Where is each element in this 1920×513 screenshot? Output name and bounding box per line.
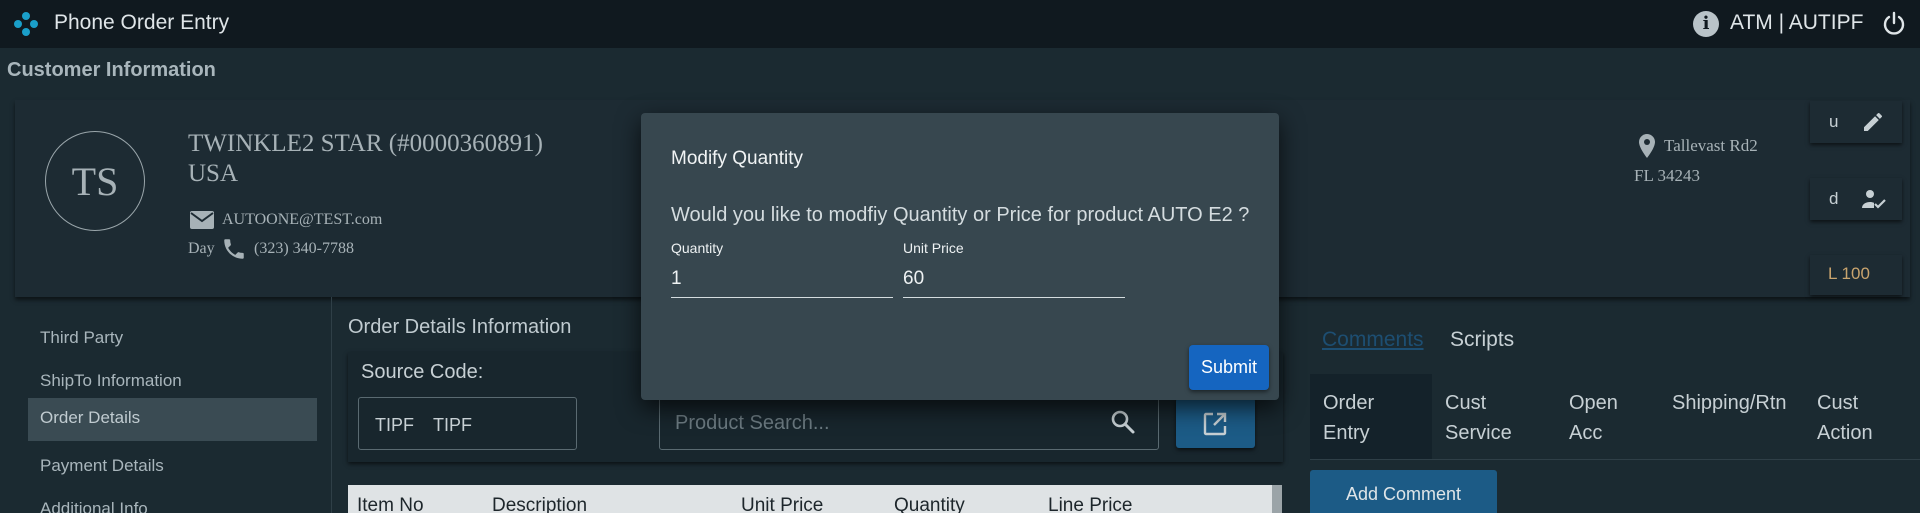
source-code-description: TIPF	[433, 415, 472, 435]
email-icon	[190, 211, 214, 229]
unit-price-label: Unit Price	[903, 240, 964, 256]
customer-email: AUTOONE@TEST.com	[222, 211, 383, 228]
column-header-line-price: Line Price	[1048, 495, 1133, 513]
verify-customer-button[interactable]: d	[1810, 178, 1902, 220]
pencil-icon	[1864, 112, 1882, 131]
app-logo-icon	[14, 12, 38, 36]
top-bar: Phone Order Entry i ATM | AUTIPF	[0, 0, 1920, 48]
credit-limit: L 100	[1810, 255, 1902, 295]
customer-name: TWINKLE2 STAR (#0000360891)	[188, 130, 543, 157]
sidebar-item-order-details[interactable]: Order Details	[28, 398, 317, 441]
tab-order-entry[interactable]: Order Entry	[1323, 388, 1418, 448]
source-code-value: TIPF	[375, 415, 414, 435]
customer-country: USA	[188, 160, 239, 187]
person-check-icon	[1862, 190, 1886, 209]
edit-customer-button[interactable]: u	[1810, 101, 1902, 143]
app-title: Phone Order Entry	[54, 11, 230, 34]
tab-shipping-rtn[interactable]: Shipping/Rtn	[1672, 388, 1802, 418]
column-header-description: Description	[492, 495, 588, 513]
user-label: ATM | AUTIPF	[1730, 11, 1864, 34]
order-details-title: Order Details Information	[348, 316, 572, 338]
search-icon[interactable]	[1109, 408, 1137, 436]
column-header-unit-price: Unit Price	[741, 495, 824, 513]
add-comment-button[interactable]: Add Comment	[1310, 470, 1497, 513]
sidebar-item-payment-details[interactable]: Payment Details	[28, 446, 317, 489]
tab-scripts[interactable]: Scripts	[1450, 328, 1514, 352]
power-icon[interactable]	[1880, 10, 1908, 38]
nav-divider	[331, 297, 332, 513]
column-header-item-no: Item No	[357, 495, 424, 513]
open-in-new-icon	[1203, 412, 1227, 436]
submit-button[interactable]: Submit	[1189, 345, 1269, 390]
edit-button-label: u	[1829, 112, 1839, 131]
section-title: Customer Information	[7, 59, 216, 81]
open-product-button[interactable]	[1176, 398, 1255, 448]
address-line-2: FL 34243	[1634, 166, 1700, 185]
sidebar-item-additional-info[interactable]: Additional Info	[28, 489, 317, 513]
info-icon[interactable]: i	[1693, 11, 1719, 37]
scrollbar[interactable]	[1272, 485, 1282, 513]
tab-cust-service[interactable]: Cust Service	[1445, 388, 1535, 448]
customer-phone: (323) 340-7788	[254, 240, 354, 257]
sidebar-item-third-party[interactable]: Third Party	[28, 318, 317, 361]
phone-type-label: Day	[188, 240, 215, 257]
dialog-title: Modify Quantity	[671, 148, 803, 169]
verify-button-label: d	[1829, 189, 1839, 208]
dialog-message: Would you like to modfiy Quantity or Pri…	[671, 204, 1250, 226]
column-header-quantity: Quantity	[894, 495, 965, 513]
tab-divider	[1310, 459, 1920, 460]
tab-cust-action[interactable]: Cust Action	[1817, 388, 1897, 448]
product-search-input[interactable]	[675, 409, 1095, 437]
avatar: TS	[45, 131, 145, 231]
tab-comments[interactable]: Comments	[1322, 328, 1424, 352]
unit-price-input[interactable]	[903, 266, 1125, 298]
location-pin-icon	[1639, 134, 1655, 158]
quantity-label: Quantity	[671, 240, 724, 256]
phone-icon	[224, 239, 244, 259]
tab-open-acc[interactable]: Open Acc	[1569, 388, 1639, 448]
quantity-input[interactable]	[671, 266, 893, 298]
source-code-label: Source Code:	[361, 361, 484, 383]
address-line-1: Tallevast Rd2	[1664, 136, 1758, 155]
